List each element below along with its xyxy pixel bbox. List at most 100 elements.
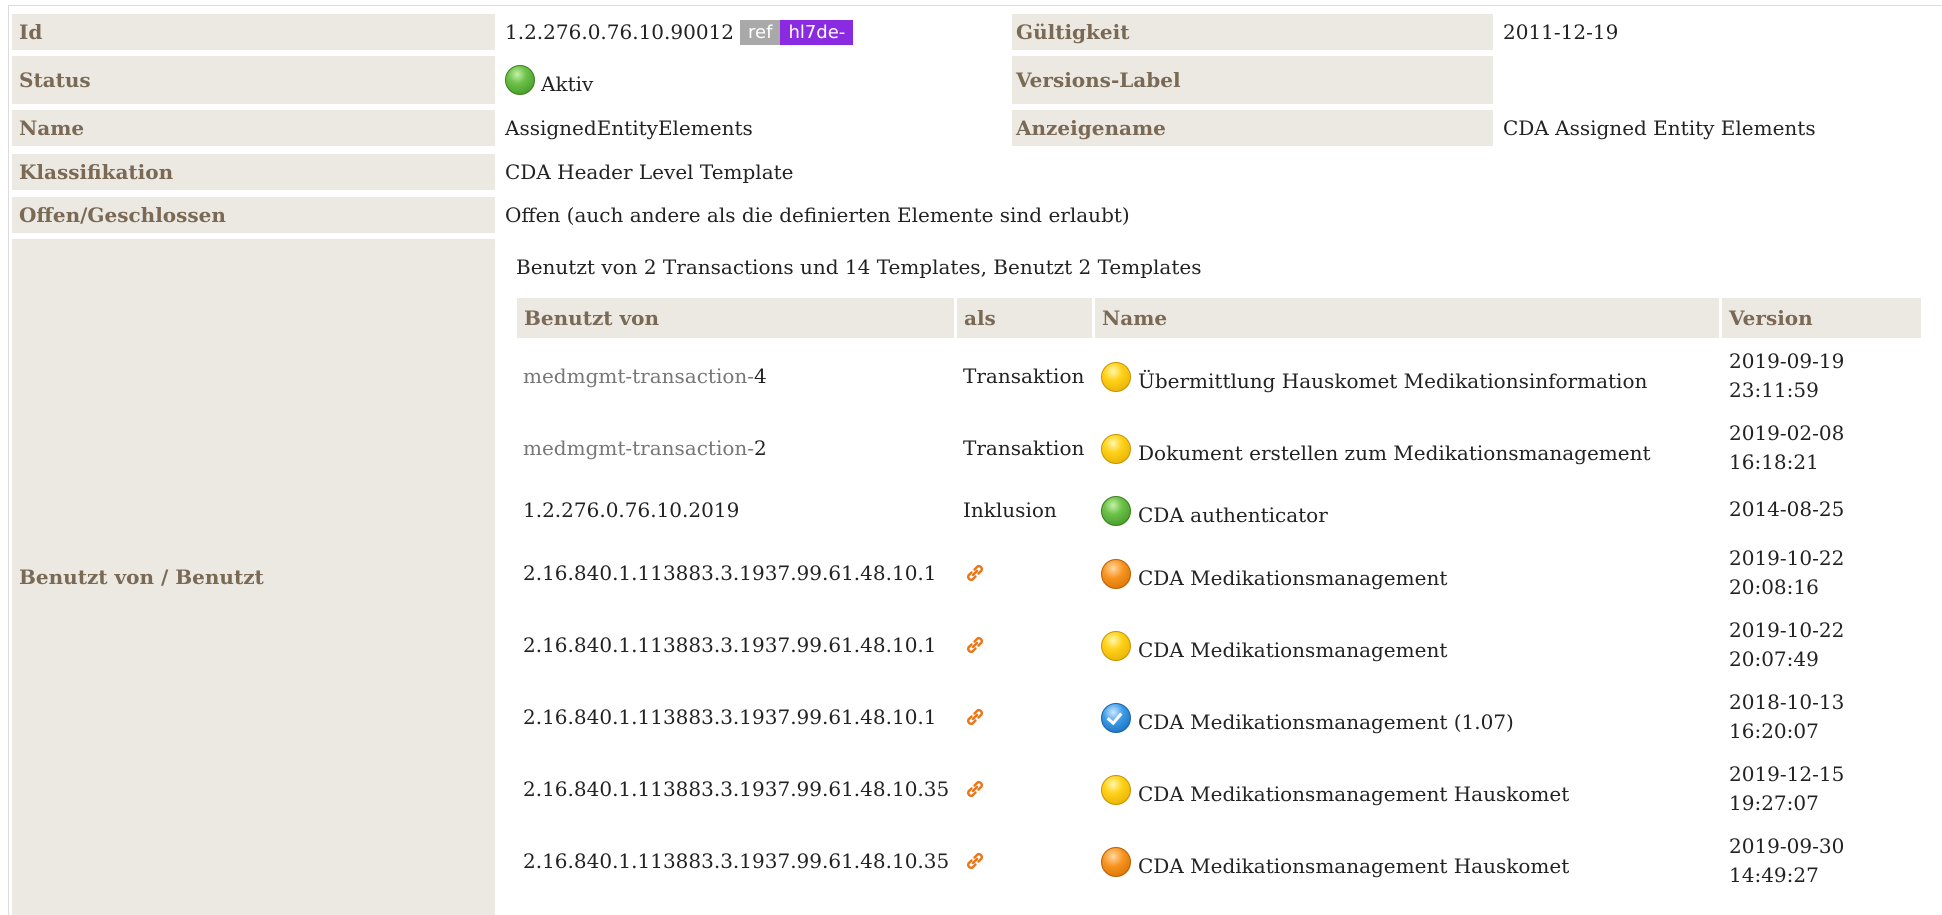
- status-final-check-icon: [1101, 703, 1131, 733]
- row-name-group: CDA Medikationsmanagement Hauskomet: [1101, 843, 1569, 889]
- col-header-used-by: Benutzt von: [517, 298, 954, 338]
- link-icon[interactable]: [963, 777, 987, 801]
- row-version: 2014-08-25: [1729, 495, 1844, 524]
- row-ref-suffix: 2.16.840.1.113883.3.1937.99.61.48.10.1: [523, 633, 937, 657]
- id-label: Id: [12, 14, 495, 50]
- row-as: Transaktion: [963, 364, 1085, 388]
- row-ref[interactable]: 2.16.840.1.113883.3.1937.99.61.48.10.1: [523, 699, 937, 735]
- row-version-time: 16:18:21: [1729, 450, 1819, 474]
- row-name[interactable]: CDA authenticator: [1138, 503, 1328, 527]
- row-ref-suffix: 2.16.840.1.113883.3.1937.99.61.48.10.35: [523, 849, 950, 873]
- row-name[interactable]: CDA Medikationsmanagement: [1138, 638, 1447, 662]
- status-value-group: Aktiv: [505, 56, 593, 112]
- row-version-time: 23:11:59: [1729, 378, 1819, 402]
- row-version-date: 2019-09-30: [1729, 834, 1845, 858]
- row-name-group: CDA Medikationsmanagement: [1101, 627, 1447, 673]
- row-version-date: 2019-10-22: [1729, 618, 1845, 642]
- status-active-icon: [1101, 496, 1131, 526]
- row-name-group: Übermittlung Hauskomet Medikationsinform…: [1101, 358, 1647, 404]
- link-icon[interactable]: [963, 849, 987, 873]
- id-value-group: 1.2.276.0.76.10.90012 ref hl7de-: [505, 14, 854, 50]
- row-version-date: 2019-02-08: [1729, 421, 1845, 445]
- row-as[interactable]: [963, 699, 987, 735]
- row-name[interactable]: CDA Medikationsmanagement: [1138, 566, 1447, 590]
- row-name-group: Dokument erstellen zum Medikationsmanage…: [1101, 430, 1651, 476]
- row-as[interactable]: [963, 627, 987, 663]
- row-version-date: 2019-09-19: [1729, 349, 1845, 373]
- row-name-group: CDA authenticator: [1101, 492, 1328, 538]
- row-ref-suffix: 2.16.840.1.113883.3.1937.99.61.48.10.35: [523, 777, 950, 801]
- row-name-group: CDA Medikationsmanagement: [1101, 555, 1447, 601]
- row-version: 2019-12-15 19:27:07: [1729, 760, 1844, 818]
- row-name[interactable]: CDA Medikationsmanagement Hauskomet: [1138, 782, 1569, 806]
- row-as: Inklusion: [963, 498, 1057, 522]
- row-ref-prefix: medmgmt-transaction-: [523, 436, 755, 460]
- usage-summary: Benutzt von 2 Transactions und 14 Templa…: [516, 255, 1202, 279]
- col-header-name: Name: [1095, 298, 1719, 338]
- status-active-icon: [505, 65, 535, 95]
- row-ref-suffix: 4: [754, 364, 767, 388]
- klassifikation-value: CDA Header Level Template: [505, 160, 794, 184]
- row-version-time: 14:49:27: [1729, 863, 1819, 887]
- row-version-time: 16:20:07: [1729, 719, 1819, 743]
- offen-value: Offen (auch andere als die definierten E…: [505, 203, 1130, 227]
- row-ref-suffix: 2.16.840.1.113883.3.1937.99.61.48.10.1: [523, 705, 937, 729]
- row-ref[interactable]: medmgmt-transaction- 2: [523, 430, 767, 466]
- row-version: 2019-10-22 20:08:16: [1729, 544, 1844, 602]
- row-ref-suffix: 2: [754, 436, 767, 460]
- link-icon[interactable]: [963, 633, 987, 657]
- col-header-as: als: [957, 298, 1092, 338]
- row-version-date: 2018-10-13: [1729, 690, 1845, 714]
- row-version-time: 20:08:16: [1729, 575, 1819, 599]
- status-pending-icon: [1101, 847, 1131, 877]
- row-as[interactable]: [963, 555, 987, 591]
- row-name[interactable]: Übermittlung Hauskomet Medikationsinform…: [1138, 369, 1647, 393]
- row-ref[interactable]: 2.16.840.1.113883.3.1937.99.61.48.10.1: [523, 555, 937, 591]
- benutzt-label: Benutzt von / Benutzt: [12, 239, 495, 915]
- id-value: 1.2.276.0.76.10.90012: [505, 20, 735, 44]
- versions-label-label: Versions-Label: [1012, 56, 1493, 104]
- row-ref[interactable]: 2.16.840.1.113883.3.1937.99.61.48.10.35: [523, 771, 949, 807]
- name-value: AssignedEntityElements: [505, 116, 753, 140]
- row-name-group: CDA Medikationsmanagement (1.07): [1101, 699, 1514, 745]
- row-version: 2018-10-13 16:20:07: [1729, 688, 1844, 746]
- row-name[interactable]: CDA Medikationsmanagement Hauskomet: [1138, 854, 1569, 878]
- row-name-group: CDA Medikationsmanagement Hauskomet: [1101, 771, 1569, 817]
- row-ref-prefix: medmgmt-transaction-: [523, 364, 755, 388]
- offen-label: Offen/Geschlossen: [12, 197, 495, 233]
- row-name[interactable]: CDA Medikationsmanagement (1.07): [1138, 710, 1514, 734]
- status-draft-icon: [1101, 631, 1131, 661]
- ref-badge[interactable]: ref: [740, 19, 781, 45]
- top-border: [8, 5, 1942, 6]
- link-icon[interactable]: [963, 705, 987, 729]
- gueltigkeit-label: Gültigkeit: [1012, 14, 1493, 50]
- row-name[interactable]: Dokument erstellen zum Medikationsmanage…: [1138, 441, 1651, 465]
- row-ref[interactable]: medmgmt-transaction- 4: [523, 358, 767, 394]
- prefix-badge[interactable]: hl7de-: [780, 19, 854, 45]
- row-ref[interactable]: 2.16.840.1.113883.3.1937.99.61.48.10.35: [523, 843, 949, 879]
- row-version: 2019-09-19 23:11:59: [1729, 347, 1844, 405]
- status-pending-icon: [1101, 559, 1131, 589]
- row-as[interactable]: [963, 771, 987, 807]
- klassifikation-label: Klassifikation: [12, 154, 495, 190]
- row-ref-suffix: 2.16.840.1.113883.3.1937.99.61.48.10.1: [523, 561, 937, 585]
- row-version-time: 19:27:07: [1729, 791, 1819, 815]
- row-as[interactable]: [963, 843, 987, 879]
- row-ref-suffix: 1.2.276.0.76.10.2019: [523, 498, 740, 522]
- status-label: Status: [12, 56, 495, 104]
- left-border: [8, 5, 9, 915]
- row-ref[interactable]: 2.16.840.1.113883.3.1937.99.61.48.10.1: [523, 627, 937, 663]
- row-ref[interactable]: 1.2.276.0.76.10.2019: [523, 492, 739, 528]
- row-version-date: 2014-08-25: [1729, 497, 1845, 521]
- gueltigkeit-value: 2011-12-19: [1503, 20, 1619, 44]
- row-version: 2019-02-08 16:18:21: [1729, 419, 1844, 477]
- status-draft-icon: [1101, 362, 1131, 392]
- row-version: 2019-09-30 14:49:27: [1729, 832, 1844, 890]
- name-label: Name: [12, 110, 495, 146]
- status-value: Aktiv: [541, 72, 594, 96]
- col-header-version: Version: [1722, 298, 1921, 338]
- anzeigename-label: Anzeigename: [1012, 110, 1493, 146]
- row-as: Transaktion: [963, 436, 1085, 460]
- row-version: 2019-10-22 20:07:49: [1729, 616, 1844, 674]
- link-icon[interactable]: [963, 561, 987, 585]
